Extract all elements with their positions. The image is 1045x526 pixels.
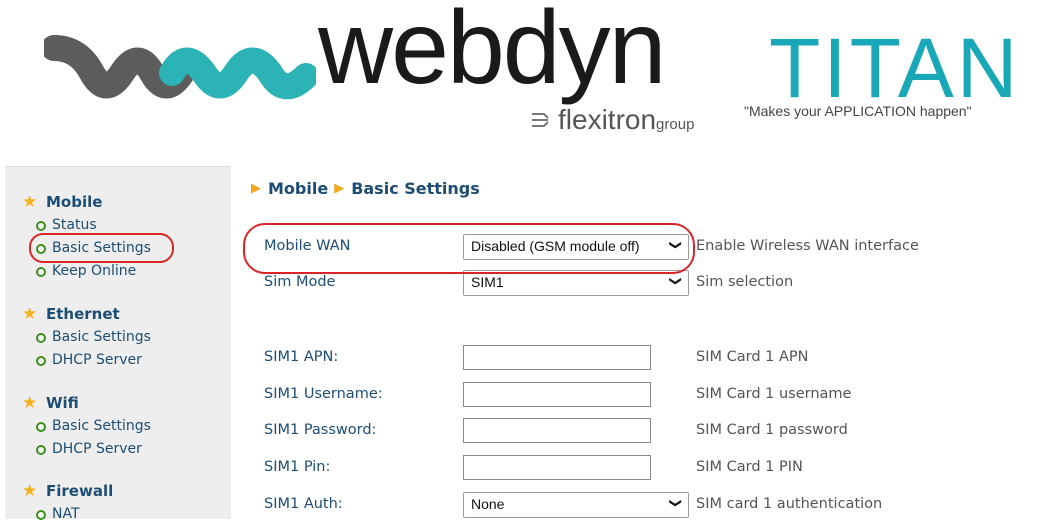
main-content: ▶ Mobile ▶ Basic Settings Mobile WAN Dis… <box>241 166 1045 518</box>
sidebar-section-firewall: ★ Firewall NAT <box>22 481 113 526</box>
header: webdyn flexitrongroup TITAN "Makes your … <box>0 0 1045 165</box>
breadcrumb-level2: Basic Settings <box>351 179 480 198</box>
sim1-password-input[interactable] <box>463 418 651 443</box>
bullet-icon <box>36 355 46 366</box>
product-tagline: "Makes your APPLICATION happen" <box>744 103 972 119</box>
product-logo: TITAN <box>769 21 1021 115</box>
sidebar-section-title-firewall[interactable]: ★ Firewall <box>22 481 113 501</box>
form-row-sim1-password: SIM1 Password: SIM Card 1 password <box>241 418 1045 446</box>
form-row-sim1-auth: SIM1 Auth: None ❯ SIM card 1 authenticat… <box>241 492 1045 520</box>
form-row-sim1-pin: SIM1 Pin: SIM Card 1 PIN <box>241 455 1045 483</box>
form-row-sim1-apn: SIM1 APN: SIM Card 1 APN <box>241 345 1045 373</box>
triangle-right-icon: ▶ <box>251 181 261 196</box>
mobile-wan-help: Enable Wireless WAN interface <box>696 238 919 254</box>
sim1-password-help: SIM Card 1 password <box>696 422 848 438</box>
sidebar-nav: ★ Mobile Status Basic Settings Keep Onlin… <box>5 166 231 522</box>
chevron-down-icon: ❯ <box>668 275 683 287</box>
sidebar-section-title-mobile[interactable]: ★ Mobile <box>22 192 151 212</box>
group-name: flexitron <box>558 104 657 135</box>
star-icon: ★ <box>22 304 38 324</box>
sim1-apn-input[interactable] <box>463 345 651 370</box>
highlight-active-item <box>29 233 174 263</box>
webdyn-logo-icon <box>44 35 316 100</box>
sidebar-section-title-wifi[interactable]: ★ Wifi <box>22 393 151 413</box>
sidebar-section-ethernet: ★ Ethernet Basic Settings DHCP Server <box>22 304 151 372</box>
sim1-pin-label: SIM1 Pin: <box>264 459 331 475</box>
bullet-icon <box>36 332 46 343</box>
sim-mode-value: SIM1 <box>471 274 504 290</box>
group-logo: flexitrongroup <box>558 106 694 134</box>
bullet-icon <box>36 266 46 277</box>
sim-mode-label: Sim Mode <box>264 274 336 290</box>
breadcrumb: ▶ Mobile ▶ Basic Settings <box>251 179 480 198</box>
star-icon: ★ <box>22 481 38 501</box>
sim1-auth-help: SIM card 1 authentication <box>696 496 883 512</box>
highlight-mobile-wan <box>243 223 695 274</box>
sim1-username-help: SIM Card 1 username <box>696 386 852 402</box>
sidebar-item-wifi-dhcp-server[interactable]: DHCP Server <box>22 438 151 461</box>
sim1-auth-select[interactable]: None ❯ <box>463 492 689 518</box>
sidebar-item-mobile-keep-online[interactable]: Keep Online <box>22 260 151 283</box>
sim1-pin-help: SIM Card 1 PIN <box>696 459 803 475</box>
form-row-sim-mode: Sim Mode SIM1 ❯ Sim selection <box>241 270 1045 298</box>
sidebar-section-title-ethernet[interactable]: ★ Ethernet <box>22 304 151 324</box>
sidebar-section-wifi: ★ Wifi Basic Settings DHCP Server <box>22 393 151 461</box>
triangle-right-icon: ▶ <box>334 181 345 196</box>
sidebar-item-ethernet-basic-settings[interactable]: Basic Settings <box>22 326 151 349</box>
sidebar-item-firewall-nat[interactable]: NAT <box>22 503 113 526</box>
sim1-password-label: SIM1 Password: <box>264 422 377 438</box>
breadcrumb-level1: Mobile <box>268 179 329 198</box>
bullet-icon <box>36 220 46 231</box>
sim1-auth-value: None <box>471 496 505 512</box>
sim1-pin-input[interactable] <box>463 455 651 480</box>
sim-mode-help: Sim selection <box>696 274 794 290</box>
sim1-auth-label: SIM1 Auth: <box>264 496 343 512</box>
sim1-apn-label: SIM1 APN: <box>264 349 339 365</box>
chevron-down-icon: ❯ <box>668 497 683 509</box>
brand-name: webdyn <box>318 0 666 106</box>
sim1-apn-help: SIM Card 1 APN <box>696 349 809 365</box>
sidebar-item-ethernet-dhcp-server[interactable]: DHCP Server <box>22 349 151 372</box>
star-icon: ★ <box>22 192 38 212</box>
sim1-username-label: SIM1 Username: <box>264 386 383 402</box>
star-icon: ★ <box>22 393 38 413</box>
bullet-icon <box>36 444 46 455</box>
sim1-username-input[interactable] <box>463 382 651 407</box>
group-suffix: group <box>656 116 695 133</box>
form-row-sim1-username: SIM1 Username: SIM Card 1 username <box>241 382 1045 410</box>
flexitron-icon <box>532 113 549 127</box>
bullet-icon <box>36 509 46 520</box>
bullet-icon <box>36 421 46 432</box>
sidebar-item-wifi-basic-settings[interactable]: Basic Settings <box>22 415 151 438</box>
